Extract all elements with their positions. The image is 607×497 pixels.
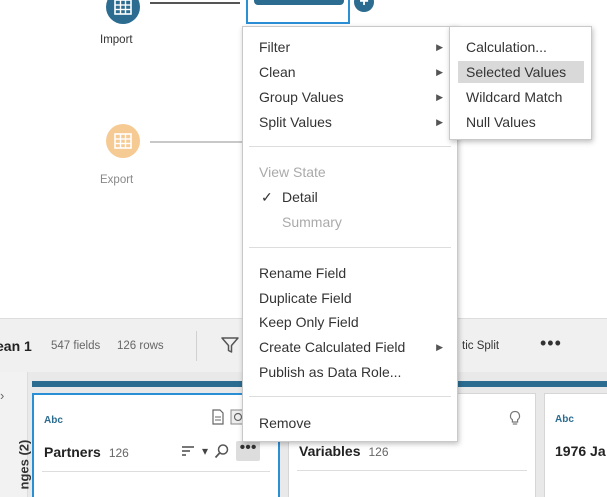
export-node-label: Export — [100, 174, 134, 186]
menu-separator — [249, 146, 451, 147]
menu-item-clean[interactable]: Clean ▶ — [243, 61, 457, 83]
string-type-icon[interactable]: Abc — [555, 414, 574, 425]
field-name-text: Variables — [299, 443, 361, 459]
submenu-arrow-icon: ▶ — [436, 67, 443, 77]
string-type-icon[interactable]: Abc — [44, 415, 63, 426]
field-name-text: Partners — [44, 444, 101, 460]
search-icon[interactable] — [214, 443, 230, 459]
menu-item-remove[interactable]: Remove — [243, 412, 457, 434]
field-distinct-count: 126 — [108, 446, 129, 460]
filter-icon[interactable] — [220, 335, 240, 355]
menu-item-label: Clean — [259, 64, 296, 80]
submenu-arrow-icon: ▶ — [436, 92, 443, 102]
toolbar-divider — [196, 331, 197, 361]
menu-item-duplicate-field[interactable]: Duplicate Field — [243, 287, 457, 309]
add-step-plus-icon[interactable]: + — [354, 0, 374, 12]
menu-item-rename-field[interactable]: Rename Field — [243, 262, 457, 284]
field-context-menu: Filter ▶ Clean ▶ Group Values ▶ Split Va… — [242, 26, 458, 442]
submenu-item-wildcard-match[interactable]: Wildcard Match — [458, 86, 584, 108]
menu-item-create-calculated-field[interactable]: Create Calculated Field ▶ — [243, 336, 457, 358]
chevron-right-icon[interactable]: › — [0, 388, 4, 403]
document-icon[interactable] — [210, 409, 226, 425]
clean-step-node[interactable] — [246, 0, 350, 24]
import-node-label: Import — [100, 34, 133, 46]
menu-item-detail[interactable]: ✓ Detail — [243, 186, 457, 208]
menu-separator — [249, 396, 451, 397]
submenu-item-selected-values[interactable]: Selected Values — [458, 61, 584, 83]
menu-item-summary: Summary — [282, 214, 342, 230]
submenu-arrow-icon: ▶ — [436, 342, 443, 352]
changes-label: nges (2) — [16, 439, 32, 490]
card-divider — [297, 470, 527, 471]
submenu-item-calculation[interactable]: Calculation... — [458, 36, 584, 58]
card-divider — [42, 471, 270, 472]
table-icon — [114, 133, 132, 149]
field-count: 547 fields — [51, 340, 101, 352]
lightbulb-icon[interactable] — [507, 410, 523, 426]
menu-item-publish-as-data-role[interactable]: Publish as Data Role... — [243, 361, 457, 383]
clean-step-bar — [254, 0, 344, 5]
menu-item-label: Group Values — [259, 89, 344, 105]
field-distinct-count: 126 — [368, 445, 389, 459]
checkmark-icon: ✓ — [261, 189, 273, 205]
sort-dropdown-chevron-icon[interactable]: ▾ — [202, 444, 208, 458]
menu-item-label: Split Values — [259, 114, 332, 130]
field-card-1976[interactable]: Abc 1976 Ja — [544, 393, 607, 497]
menu-separator — [249, 247, 451, 248]
menu-item-keep-only-field[interactable]: Keep Only Field — [243, 311, 457, 333]
submenu-arrow-icon: ▶ — [436, 117, 443, 127]
table-icon — [114, 0, 132, 15]
field-name-1976[interactable]: 1976 Ja — [555, 443, 606, 459]
menu-item-group-values[interactable]: Group Values ▶ — [243, 86, 457, 108]
menu-header-view-state: View State — [259, 164, 326, 180]
export-node[interactable] — [106, 124, 140, 158]
changes-side-strip[interactable]: › nges (2) — [0, 372, 32, 497]
field-name-partners[interactable]: Partners 126 — [44, 444, 129, 460]
menu-item-label: Create Calculated Field — [259, 339, 406, 355]
menu-item-label: Filter — [259, 39, 291, 55]
field-name-variables[interactable]: Variables 126 — [299, 443, 389, 459]
toolbar-more-icon[interactable]: ••• — [540, 333, 562, 354]
sort-icon[interactable] — [180, 443, 196, 459]
submenu-item-null-values[interactable]: Null Values — [458, 111, 584, 133]
submenu-arrow-icon: ▶ — [436, 42, 443, 52]
split-button-label[interactable]: tic Split — [462, 340, 499, 352]
import-node[interactable] — [106, 0, 140, 24]
menu-item-label: Detail — [282, 189, 318, 205]
menu-item-split-values[interactable]: Split Values ▶ — [243, 111, 457, 133]
flow-connector-faded — [150, 141, 242, 143]
field-more-options-button[interactable]: ••• — [236, 440, 261, 461]
filter-submenu: Calculation... Selected Values Wildcard … — [449, 26, 592, 140]
row-count: 126 rows — [117, 340, 164, 352]
menu-item-filter[interactable]: Filter ▶ — [243, 36, 457, 58]
flow-connector — [150, 2, 240, 4]
step-name[interactable]: ean 1 — [0, 338, 32, 354]
